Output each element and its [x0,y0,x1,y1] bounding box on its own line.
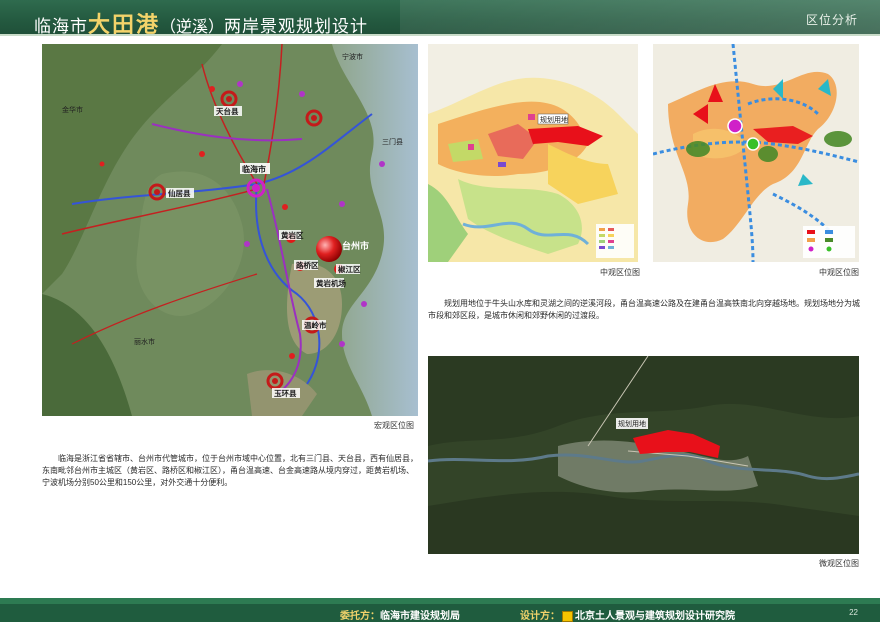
label-ningbo: 宁波市 [342,52,363,61]
meso-right-legend [803,226,855,258]
label-wenling: 温岭市 [304,320,327,330]
title-rest: 两岸景观规划设计 [224,17,369,36]
label-yuhuan: 玉环县 [274,389,297,398]
site-description: 规划用地位于牛头山水库和灵湖之间的逆溪河段，甬台温高速公路及在建甬台温高铁南北向… [428,299,860,320]
meso-map-right [653,44,859,262]
meso-right-svg [653,44,859,262]
title-paren: （逆溪） [160,19,225,36]
section-label: 区位分析 [805,13,858,27]
label-xianju: 仙居县 [168,188,191,198]
client-name: 临海市建设规划局 [380,611,460,622]
footer-designer: 设计方： 北京土人景观与建筑规划设计研究院 [520,607,735,622]
label-luqiao: 路桥区 [296,260,319,270]
meso-left-caption: 中观区位图 [600,268,640,277]
micro-site-label: 规划用地 [618,419,646,428]
micro-location-map: 规划用地 [428,356,859,554]
meso-left-site-label: 规划用地 [540,115,568,124]
meso-right-caption: 中观区位图 [819,268,859,277]
label-jiaojiang: 椒江区 [338,264,361,274]
label-lishui: 丽水市 [134,337,155,346]
micro-map-svg: 规划用地 [428,356,859,554]
client-label: 委托方： [340,611,380,622]
meso-left-legend [596,224,634,258]
label-taizhou: 台州市 [342,240,369,251]
label-linhai: 临海市 [242,164,266,174]
macro-description: 临海是浙江省省辖市、台州市代管城市，位于台州市域中心位置，北有三门县、天台县，西… [42,454,418,487]
designer-label: 设计方： [520,611,560,622]
meso-map-left: 规划用地 [428,44,638,262]
label-tiantai: 天台县 [216,106,239,116]
meso-left-svg: 规划用地 [428,44,638,262]
label-airport: 黄岩机场 [316,278,346,288]
title-emphasis: 大田港 [88,12,161,37]
footer-client: 委托方：临海市建设规划局 [340,607,460,622]
label-huangyan: 黄岩区 [281,230,304,240]
label-jinhua: 金华市 [62,105,83,114]
page-title: 临海市大田港（逆溪）两岸景观规划设计 [34,7,368,37]
label-sanmen: 三门县 [382,137,403,146]
macro-location-map: 宁波市 金华市 丽水市 天台县 仙居县 临海市 黄岩区 台州市 路桥区 椒江区 … [42,44,418,416]
turenscape-logo-icon [562,610,573,622]
micro-map-caption: 微观区位图 [819,559,859,568]
designer-name: 北京土人景观与建筑规划设计研究院 [575,611,735,622]
macro-map-svg: 宁波市 金华市 丽水市 天台县 仙居县 临海市 黄岩区 台州市 路桥区 椒江区 … [42,44,418,416]
macro-map-caption: 宏观区位图 [374,421,414,430]
title-city: 临海市 [34,17,88,36]
page-number: 22 [849,608,858,617]
